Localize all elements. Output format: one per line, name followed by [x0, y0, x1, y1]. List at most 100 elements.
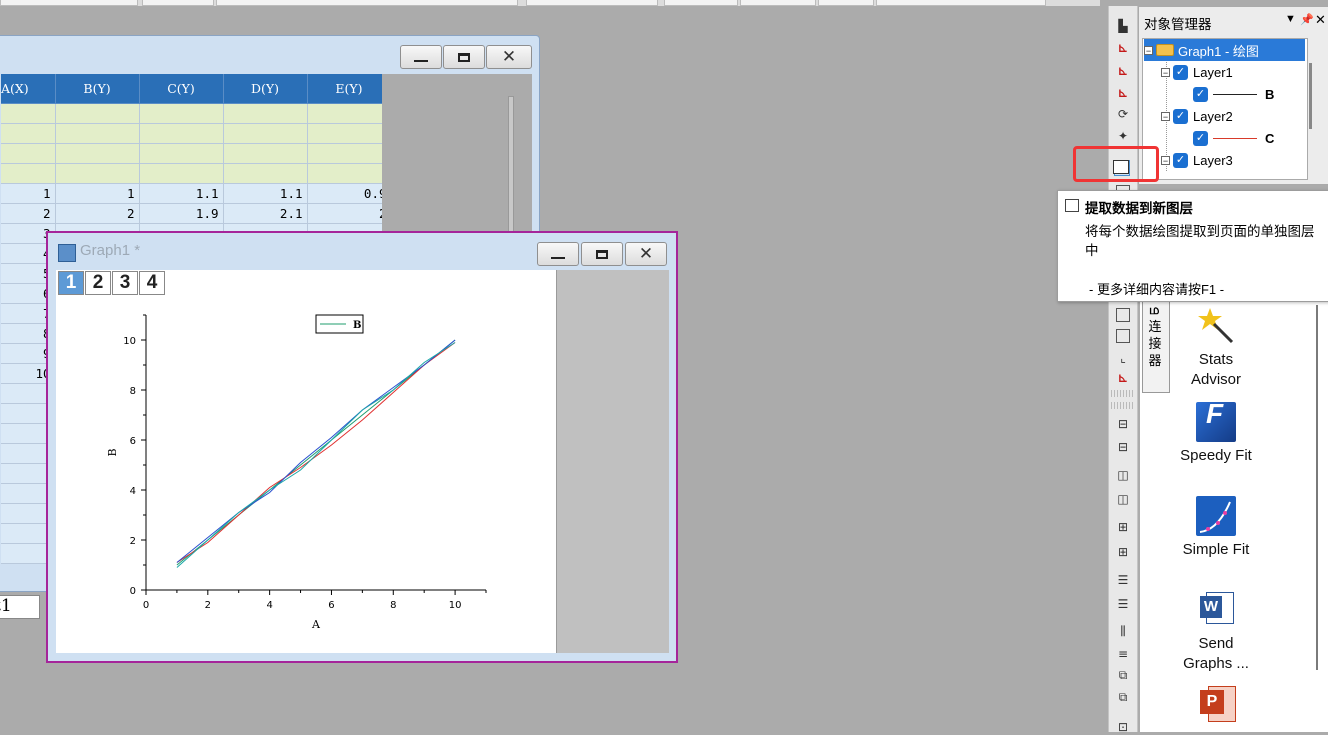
- layer-tab-3[interactable]: 3: [112, 271, 138, 295]
- axis-icon[interactable]: ⊾: [1115, 370, 1131, 386]
- align-top-icon[interactable]: ⊟: [1115, 416, 1131, 432]
- stair-icon[interactable]: ▙: [1115, 18, 1131, 34]
- cell[interactable]: 1: [55, 183, 140, 204]
- swap-axes-icon[interactable]: ⟳: [1115, 106, 1131, 122]
- checkbox-icon[interactable]: ✓: [1193, 86, 1208, 102]
- app-send-powerpoint[interactable]: P: [1161, 684, 1271, 728]
- tree-node-layer1[interactable]: − ✓ Layer1: [1161, 61, 1233, 83]
- cell[interactable]: 1.1: [139, 183, 224, 204]
- toolbar-dropdown[interactable]: [216, 0, 518, 6]
- line-chart[interactable]: 0 2 4 6 8 10 0 2 4 6 8 10 A B B: [56, 270, 556, 653]
- app-send-graphs[interactable]: W Send Graphs ...: [1161, 590, 1271, 674]
- toolbar-dropdown[interactable]: [876, 0, 1046, 6]
- close-panel-icon[interactable]: ✕: [1315, 12, 1326, 28]
- cell[interactable]: 2.1: [223, 203, 308, 224]
- cell[interactable]: 2: [55, 203, 140, 224]
- graph-window[interactable]: Graph1 * ✕ 0 2 4 6 8 10 0 2 4 6 8 10 A B B 1 2 3 4: [46, 231, 678, 663]
- tree-scrollbar[interactable]: [1309, 63, 1312, 129]
- cell[interactable]: 2: [307, 203, 392, 224]
- toolbar-segment[interactable]: [142, 0, 214, 6]
- close-button[interactable]: ✕: [625, 242, 667, 266]
- cell[interactable]: 1: [1, 183, 56, 204]
- tree-node-plot-b[interactable]: ✓ B: [1193, 83, 1274, 105]
- cell[interactable]: [1, 143, 56, 164]
- distribute-vertical-icon[interactable]: ☰: [1115, 572, 1131, 588]
- same-width-icon[interactable]: ⫼: [1115, 623, 1131, 639]
- cell[interactable]: [139, 103, 224, 124]
- graph-page[interactable]: 0 2 4 6 8 10 0 2 4 6 8 10 A B B: [56, 270, 556, 653]
- cell[interactable]: [223, 123, 308, 144]
- checkbox-icon[interactable]: ✓: [1173, 152, 1188, 168]
- app-speedy-fit[interactable]: F Speedy Fit: [1161, 400, 1271, 466]
- align-right-icon[interactable]: ◫: [1115, 491, 1131, 507]
- cell[interactable]: [307, 103, 392, 124]
- checkbox-icon[interactable]: ✓: [1173, 108, 1188, 124]
- cell[interactable]: 2: [1, 203, 56, 224]
- cell[interactable]: [223, 103, 308, 124]
- apps-scrollbar[interactable]: [1316, 305, 1318, 670]
- same-height-icon[interactable]: ≡: [1115, 646, 1131, 662]
- collapse-icon[interactable]: −: [1144, 45, 1153, 55]
- cell[interactable]: [223, 143, 308, 164]
- column-header[interactable]: D(Y): [223, 74, 308, 104]
- distribute-horizontal-icon[interactable]: ☰: [1115, 596, 1131, 612]
- layer-tab-4[interactable]: 4: [139, 271, 165, 295]
- toolbar-segment[interactable]: [818, 0, 874, 6]
- sheet-tab[interactable]: t1: [0, 595, 40, 619]
- close-button[interactable]: ✕: [486, 45, 532, 69]
- cell[interactable]: [139, 143, 224, 164]
- column-header[interactable]: E(Y): [307, 74, 392, 104]
- send-back-icon[interactable]: ⧉: [1115, 689, 1131, 705]
- tree-node-layer2[interactable]: − ✓ Layer2: [1161, 105, 1233, 127]
- app-stats-advisor[interactable]: Stats Advisor: [1161, 306, 1271, 390]
- cell[interactable]: [55, 123, 140, 144]
- cell[interactable]: [307, 123, 392, 144]
- pin-icon[interactable]: 📌: [1300, 13, 1314, 26]
- cell[interactable]: [1, 163, 56, 184]
- add-x-axis-icon[interactable]: ⊾: [1115, 40, 1131, 56]
- align-center-icon[interactable]: ⊞: [1115, 519, 1131, 535]
- toolbar-segment[interactable]: [0, 0, 138, 6]
- checkbox-icon[interactable]: ✓: [1173, 64, 1188, 80]
- cell[interactable]: [55, 103, 140, 124]
- toolbar-segment[interactable]: [526, 0, 658, 6]
- cell[interactable]: 1.1: [223, 183, 308, 204]
- collapse-icon[interactable]: −: [1161, 155, 1170, 165]
- layer-box-icon[interactable]: [1116, 329, 1130, 343]
- align-middle-icon[interactable]: ⊞: [1115, 544, 1131, 560]
- cell[interactable]: [139, 123, 224, 144]
- tree-node-plot-c[interactable]: ✓ C: [1193, 127, 1274, 149]
- cell[interactable]: [1, 103, 56, 124]
- group-icon[interactable]: ⊡: [1115, 719, 1131, 735]
- checkbox-icon[interactable]: ✓: [1193, 130, 1208, 146]
- corner-icon[interactable]: ⌞: [1115, 350, 1131, 366]
- add-y-axis-icon[interactable]: ⊾: [1115, 63, 1131, 79]
- cell[interactable]: [139, 163, 224, 184]
- column-header[interactable]: C(Y): [139, 74, 224, 104]
- collapse-icon[interactable]: −: [1161, 67, 1170, 77]
- cell[interactable]: [55, 163, 140, 184]
- app-simple-fit[interactable]: Simple Fit: [1161, 496, 1271, 560]
- align-bottom-icon[interactable]: ⊟: [1115, 439, 1131, 455]
- panel-menu-icon[interactable]: ▼: [1285, 13, 1296, 25]
- cell[interactable]: [307, 143, 392, 164]
- column-header[interactable]: B(Y): [55, 74, 140, 104]
- cell[interactable]: [307, 163, 392, 184]
- cell[interactable]: 0.9: [307, 183, 392, 204]
- maximize-button[interactable]: [443, 45, 485, 69]
- layer-box-icon[interactable]: [1116, 308, 1130, 322]
- layer-tab-1[interactable]: 1: [58, 271, 84, 295]
- maximize-button[interactable]: [581, 242, 623, 266]
- tree-node-layer3[interactable]: − ✓ Layer3: [1161, 149, 1233, 171]
- tree-node-graph[interactable]: − Graph1 - 绘图: [1144, 39, 1305, 61]
- column-header[interactable]: A(X): [1, 74, 56, 104]
- toolbar-segment[interactable]: [664, 0, 738, 6]
- layer-tab-2[interactable]: 2: [85, 271, 111, 295]
- cell[interactable]: [1, 123, 56, 144]
- minimize-button[interactable]: [537, 242, 579, 266]
- cell[interactable]: [223, 163, 308, 184]
- merge-graph-icon[interactable]: ✦: [1115, 128, 1131, 144]
- add-xy-axes-icon[interactable]: ⊾: [1115, 85, 1131, 101]
- cell[interactable]: [55, 143, 140, 164]
- bring-front-icon[interactable]: ⧉: [1115, 667, 1131, 683]
